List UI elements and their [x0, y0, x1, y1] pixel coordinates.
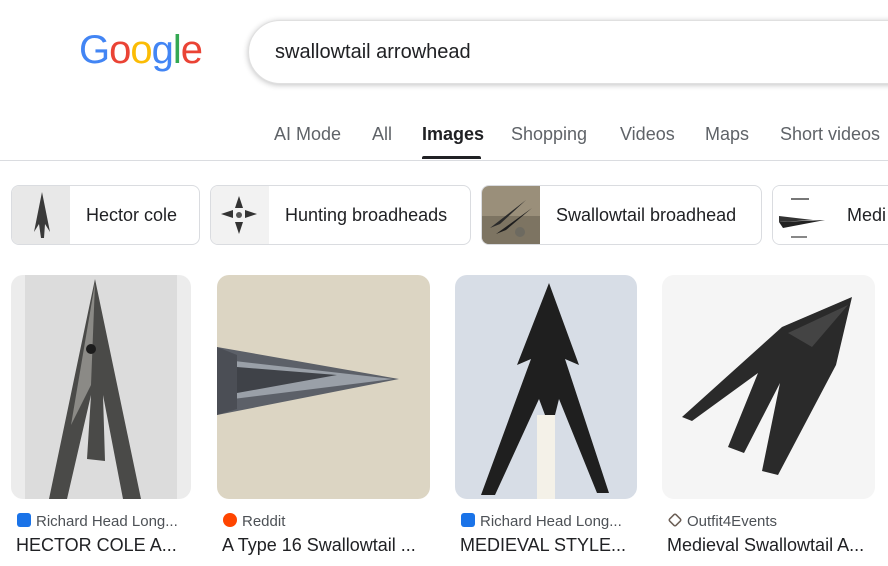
chip-swallowtail-broadhead[interactable]: Swallowtail broadhead: [481, 185, 762, 245]
bookmark-icon: [461, 513, 475, 527]
logo-letter: o: [130, 28, 152, 72]
tab-shopping[interactable]: Shopping: [511, 124, 587, 145]
tab-ai-mode[interactable]: AI Mode: [274, 124, 341, 145]
result-source[interactable]: Richard Head Long...: [36, 513, 178, 530]
tab-short-videos[interactable]: Short videos: [780, 124, 880, 145]
search-tabs: AI Mode All Images Shopping Videos Maps …: [0, 112, 888, 161]
result-source[interactable]: Reddit: [242, 513, 285, 530]
chip-medieval[interactable]: Medi: [772, 185, 888, 245]
chip-hunting-broadheads[interactable]: Hunting broadheads: [210, 185, 471, 245]
logo-letter: l: [172, 28, 182, 72]
result-title[interactable]: A Type 16 Swallowtail ...: [222, 535, 416, 556]
tab-maps[interactable]: Maps: [705, 124, 749, 145]
chip-thumbnail: [482, 186, 540, 244]
chip-label: Hunting broadheads: [285, 205, 448, 225]
chip-thumbnail: [12, 186, 70, 244]
logo-letter: e: [180, 28, 203, 72]
chip-label: Swallowtail broadhead: [556, 205, 737, 225]
chip-thumbnail: [211, 186, 269, 244]
chip-hector-cole[interactable]: Hector cole: [11, 185, 200, 245]
result-source[interactable]: Outfit4Events: [687, 513, 777, 530]
google-logo[interactable]: Google: [79, 28, 203, 73]
chip-label: Hector cole: [86, 205, 178, 225]
result-image[interactable]: [455, 275, 637, 499]
result-image[interactable]: [662, 275, 875, 499]
result-source[interactable]: Richard Head Long...: [480, 513, 622, 530]
tab-images[interactable]: Images: [422, 124, 484, 145]
search-input[interactable]: swallowtail arrowhead: [275, 41, 471, 64]
chip-thumbnail: [773, 186, 831, 244]
tab-all[interactable]: All: [372, 124, 392, 145]
result-image[interactable]: [11, 275, 191, 499]
active-tab-indicator: [422, 156, 481, 159]
logo-letter: g: [151, 28, 174, 72]
bookmark-icon: [17, 513, 31, 527]
logo-letter: o: [109, 28, 131, 72]
chip-label: Medi: [847, 205, 887, 225]
result-image[interactable]: [217, 275, 430, 499]
tab-videos[interactable]: Videos: [620, 124, 675, 145]
reddit-icon: [223, 513, 237, 527]
result-title[interactable]: HECTOR COLE A...: [16, 535, 177, 556]
result-title[interactable]: Medieval Swallowtail A...: [667, 535, 864, 556]
logo-letter: G: [79, 28, 110, 72]
result-title[interactable]: MEDIEVAL STYLE...: [460, 535, 626, 556]
diamond-icon: [667, 512, 683, 528]
search-box[interactable]: swallowtail arrowhead: [248, 20, 888, 84]
